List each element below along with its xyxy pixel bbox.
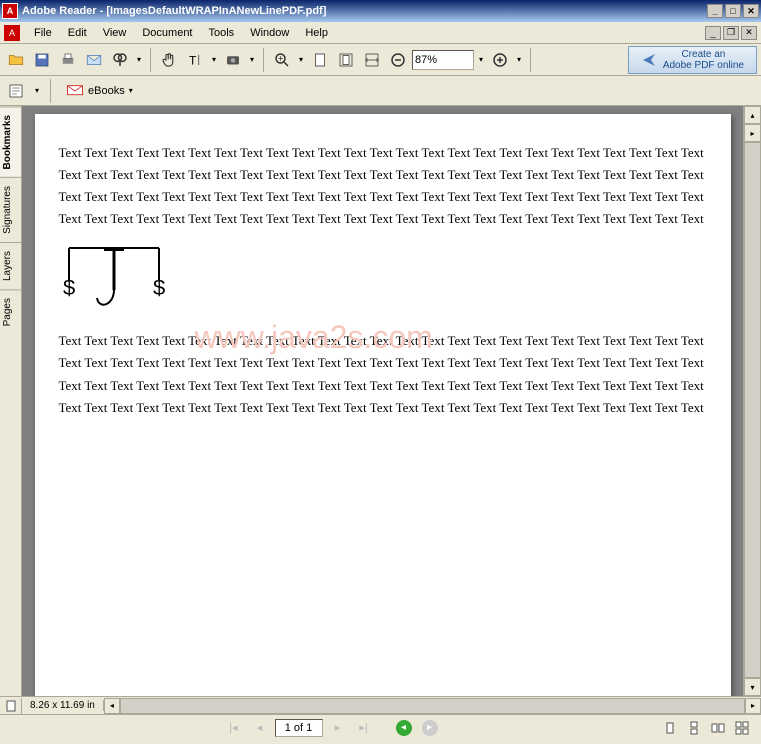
watermark: www.java2s.com bbox=[195, 319, 433, 356]
close-button[interactable]: ✕ bbox=[743, 4, 759, 18]
menu-view[interactable]: View bbox=[95, 24, 135, 42]
scroll-right-button[interactable]: ▸ bbox=[745, 698, 761, 714]
ebooks-icon bbox=[66, 84, 84, 98]
print-button[interactable] bbox=[56, 48, 80, 72]
document-page: Text Text Text Text Text Text Text Text … bbox=[35, 114, 731, 696]
status-bar: 8.26 x 11.69 in ◂ ▸ bbox=[0, 696, 761, 714]
snapshot-button[interactable] bbox=[221, 48, 245, 72]
hand-tool-button[interactable] bbox=[157, 48, 181, 72]
create-pdf-line1: Create an bbox=[663, 49, 744, 60]
document-icon: A bbox=[4, 25, 20, 41]
menu-tools[interactable]: Tools bbox=[201, 24, 243, 42]
menu-edit[interactable]: Edit bbox=[60, 24, 95, 42]
search-dropdown[interactable]: ▾ bbox=[134, 48, 144, 72]
scroll-track[interactable] bbox=[744, 142, 761, 678]
page-dimensions: 8.26 x 11.69 in bbox=[22, 700, 104, 711]
page-size-icon bbox=[0, 698, 22, 714]
read-button[interactable] bbox=[4, 79, 28, 103]
continuous-facing-view-button[interactable] bbox=[731, 718, 753, 738]
ebooks-label: eBooks bbox=[88, 85, 125, 97]
hscroll-thumb[interactable] bbox=[120, 698, 745, 714]
title-bar: A Adobe Reader - [ImagesDefaultWRAPInANe… bbox=[0, 0, 761, 22]
scroll-down-button[interactable]: ▾ bbox=[744, 678, 761, 696]
last-page-button[interactable]: ▸| bbox=[353, 718, 375, 738]
zoom-plus-dropdown[interactable]: ▾ bbox=[514, 48, 524, 72]
navigation-bar: |◂ ◂ ▸ ▸| ◂ ▸ bbox=[0, 714, 761, 740]
menu-help[interactable]: Help bbox=[297, 24, 336, 42]
menu-document[interactable]: Document bbox=[134, 24, 200, 42]
back-button[interactable]: ◂ bbox=[393, 718, 415, 738]
menu-file[interactable]: File bbox=[26, 24, 60, 42]
create-pdf-icon bbox=[641, 52, 657, 68]
tab-signatures[interactable]: Signatures bbox=[0, 177, 21, 242]
zoom-dropdown[interactable]: ▾ bbox=[296, 48, 306, 72]
single-page-view-button[interactable] bbox=[659, 718, 681, 738]
main-area: Bookmarks Signatures Layers Pages Text T… bbox=[0, 106, 761, 696]
scroll-up-button[interactable]: ▴ bbox=[744, 106, 761, 124]
scroll-left-button[interactable]: ◂ bbox=[104, 698, 120, 714]
embedded-image: $ $ bbox=[59, 240, 707, 320]
menu-window[interactable]: Window bbox=[242, 24, 297, 42]
forward-button[interactable]: ▸ bbox=[419, 718, 441, 738]
zoom-value-dropdown[interactable]: ▾ bbox=[476, 48, 486, 72]
tab-layers[interactable]: Layers bbox=[0, 242, 21, 289]
maximize-button[interactable]: □ bbox=[725, 4, 741, 18]
horizontal-scrollbar[interactable]: ◂ ▸ bbox=[104, 698, 761, 714]
tab-bookmarks[interactable]: Bookmarks bbox=[0, 106, 21, 177]
window-title: Adobe Reader - [ImagesDefaultWRAPInANewL… bbox=[22, 5, 707, 17]
ebooks-button[interactable]: eBooks ▾ bbox=[59, 81, 140, 101]
vertical-scrollbar[interactable]: ▴ ▸ ▾ bbox=[743, 106, 761, 696]
svg-text:$: $ bbox=[153, 275, 165, 300]
paragraph-1: Text Text Text Text Text Text Text Text … bbox=[59, 142, 707, 230]
menu-bar: A File Edit View Document Tools Window H… bbox=[0, 22, 761, 44]
zoom-in-button[interactable] bbox=[270, 48, 294, 72]
secondary-toolbar: ▾ eBooks ▾ bbox=[0, 76, 761, 106]
create-pdf-line2: Adobe PDF online bbox=[663, 60, 744, 71]
doc-restore-button[interactable]: ❐ bbox=[723, 26, 739, 40]
actual-size-button[interactable] bbox=[308, 48, 332, 72]
navigation-panel: Bookmarks Signatures Layers Pages bbox=[0, 106, 22, 696]
create-pdf-button[interactable]: Create an Adobe PDF online bbox=[628, 46, 757, 74]
svg-text:T: T bbox=[189, 53, 197, 67]
search-button[interactable] bbox=[108, 48, 132, 72]
document-viewport[interactable]: Text Text Text Text Text Text Text Text … bbox=[22, 106, 743, 696]
zoom-input[interactable] bbox=[412, 50, 474, 70]
minimize-button[interactable]: _ bbox=[707, 4, 723, 18]
resize-grip bbox=[0, 740, 761, 744]
main-toolbar: ▾ T ▾ ▾ ▾ ▾ ▾ Create an Adobe PDF online bbox=[0, 44, 761, 76]
fit-width-button[interactable] bbox=[360, 48, 384, 72]
doc-minimize-button[interactable]: _ bbox=[705, 26, 721, 40]
email-button[interactable] bbox=[82, 48, 106, 72]
doc-close-button[interactable]: ✕ bbox=[741, 26, 757, 40]
chevron-down-icon: ▾ bbox=[129, 86, 133, 95]
svg-text:$: $ bbox=[63, 275, 75, 300]
facing-view-button[interactable] bbox=[707, 718, 729, 738]
next-page-button[interactable]: ▸ bbox=[327, 718, 349, 738]
read-dropdown[interactable]: ▾ bbox=[32, 79, 42, 103]
scroll-thumb[interactable] bbox=[744, 142, 761, 678]
scroll-menu-button[interactable]: ▸ bbox=[744, 124, 761, 142]
snapshot-dropdown[interactable]: ▾ bbox=[247, 48, 257, 72]
app-icon: A bbox=[2, 3, 18, 19]
tab-pages[interactable]: Pages bbox=[0, 289, 21, 334]
text-select-dropdown[interactable]: ▾ bbox=[209, 48, 219, 72]
page-number-input[interactable] bbox=[275, 719, 323, 737]
text-select-button[interactable]: T bbox=[183, 48, 207, 72]
zoom-out-button[interactable] bbox=[386, 48, 410, 72]
zoom-plus-button[interactable] bbox=[488, 48, 512, 72]
first-page-button[interactable]: |◂ bbox=[223, 718, 245, 738]
prev-page-button[interactable]: ◂ bbox=[249, 718, 271, 738]
save-button[interactable] bbox=[30, 48, 54, 72]
fit-page-button[interactable] bbox=[334, 48, 358, 72]
continuous-view-button[interactable] bbox=[683, 718, 705, 738]
open-button[interactable] bbox=[4, 48, 28, 72]
